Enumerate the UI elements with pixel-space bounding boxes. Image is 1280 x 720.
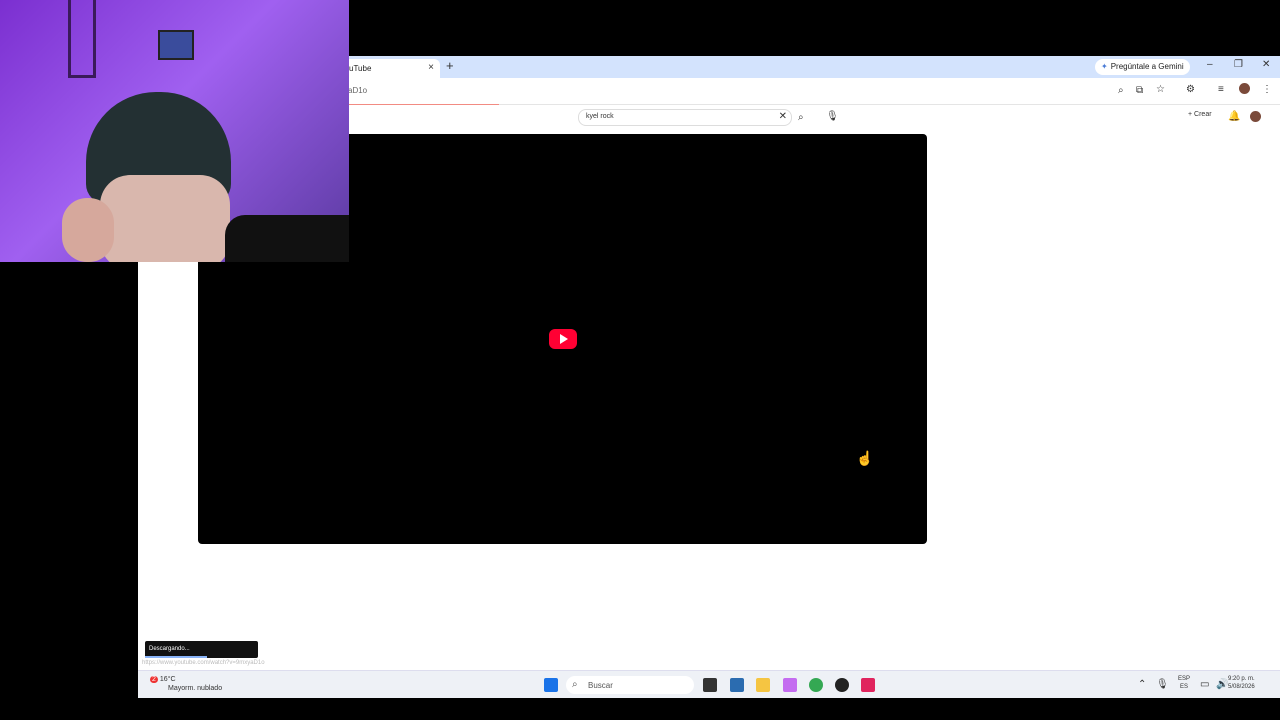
url-text[interactable]: aD1o <box>348 86 367 95</box>
weather-temperature: 16°C <box>159 676 176 683</box>
store-icon[interactable] <box>730 678 744 692</box>
volume-icon[interactable]: 🔊 <box>1216 679 1228 690</box>
new-tab-button[interactable]: + <box>446 58 454 73</box>
wall-picture <box>158 30 194 60</box>
minimize-button[interactable]: – <box>1207 59 1213 70</box>
reading-list-icon[interactable]: ≡ <box>1218 84 1224 95</box>
hand-cursor-icon: ☝ <box>856 450 874 466</box>
windows-start-icon[interactable] <box>544 678 558 692</box>
create-label: Crear <box>1194 111 1212 118</box>
chrome-icon[interactable] <box>809 678 823 692</box>
tiktok-icon[interactable] <box>861 678 875 692</box>
taskbar-search-placeholder: Buscar <box>588 681 613 690</box>
gemini-label: Pregúntale a Gemini <box>1110 62 1184 71</box>
bookmark-star-icon[interactable]: ☆ <box>1156 84 1165 95</box>
download-progress-bar <box>145 656 208 658</box>
youtube-play-icon[interactable] <box>549 329 577 349</box>
weather-badge: 2 <box>150 676 158 683</box>
browser-menu-icon[interactable]: ⋮ <box>1262 84 1272 95</box>
profile-avatar[interactable] <box>1239 83 1250 94</box>
tray-chevron-icon[interactable]: ⌃ <box>1138 679 1146 690</box>
youtube-account-avatar[interactable] <box>1250 111 1261 122</box>
create-button[interactable]: + Crear <box>1188 111 1212 118</box>
recording-app-icon[interactable] <box>835 678 849 692</box>
language-top: ESP <box>1178 676 1191 682</box>
webcam-overlay <box>0 0 349 262</box>
download-status[interactable]: Descargando... <box>145 641 258 658</box>
language-bottom: ES <box>1180 684 1189 690</box>
tab-close-icon[interactable]: × <box>428 62 434 73</box>
install-app-icon[interactable]: ⧉ <box>1136 85 1143 96</box>
clock-date: 5/08/2026 <box>1228 684 1255 690</box>
restore-button[interactable]: ❐ <box>1234 59 1243 70</box>
hover-link-url: https://www.youtube.com/watch?v=9mxyaD1o <box>142 660 265 666</box>
task-view-icon[interactable] <box>703 678 717 692</box>
taskbar-search[interactable]: ⌕ Buscar <box>566 676 694 694</box>
clear-search-icon[interactable]: ✕ <box>779 111 787 122</box>
youtube-search-input[interactable]: kyel rock ✕ <box>578 109 792 126</box>
copilot-icon[interactable] <box>783 678 797 692</box>
gemini-sparkle-icon: ✦ <box>1101 62 1108 71</box>
search-icon[interactable]: ⌕ <box>798 112 804 123</box>
language-indicator[interactable]: ESP ES <box>1178 675 1190 691</box>
zoom-icon[interactable]: ⌕ <box>1118 85 1124 96</box>
door-frame <box>68 0 96 78</box>
streamer-face <box>100 175 230 262</box>
download-status-text: Descargando... <box>149 646 190 652</box>
weather-description: Mayorm. nublado <box>168 685 223 692</box>
close-window-button[interactable]: ✕ <box>1262 59 1270 70</box>
streamer-hand <box>62 198 114 262</box>
taskbar-clock[interactable]: 9:20 p. m. 5/08/2026 <box>1228 675 1255 691</box>
file-explorer-icon[interactable] <box>756 678 770 692</box>
notifications-bell-icon[interactable]: 🔔 <box>1228 111 1240 122</box>
tray-microphone-icon[interactable]: 🎙 <box>1156 679 1169 690</box>
streamer-jacket <box>225 215 349 262</box>
extensions-icon[interactable]: ⚙ <box>1186 84 1195 95</box>
microphone-icon[interactable]: 🎙 <box>826 111 839 122</box>
weather-widget[interactable]: 2 16°C Mayorm. nublado <box>150 675 222 693</box>
windows-taskbar: 2 16°C Mayorm. nublado ⌕ Buscar ⌃ 🎙 ESP E… <box>138 670 1280 698</box>
gemini-button[interactable]: ✦ Pregúntale a Gemini <box>1095 59 1190 75</box>
taskbar-search-icon: ⌕ <box>572 679 578 690</box>
network-icon[interactable]: ▭ <box>1200 679 1209 690</box>
clock-time: 9:20 p. m. <box>1228 676 1255 682</box>
tab-title: uTube <box>349 64 372 73</box>
search-value: kyel rock <box>586 113 614 120</box>
